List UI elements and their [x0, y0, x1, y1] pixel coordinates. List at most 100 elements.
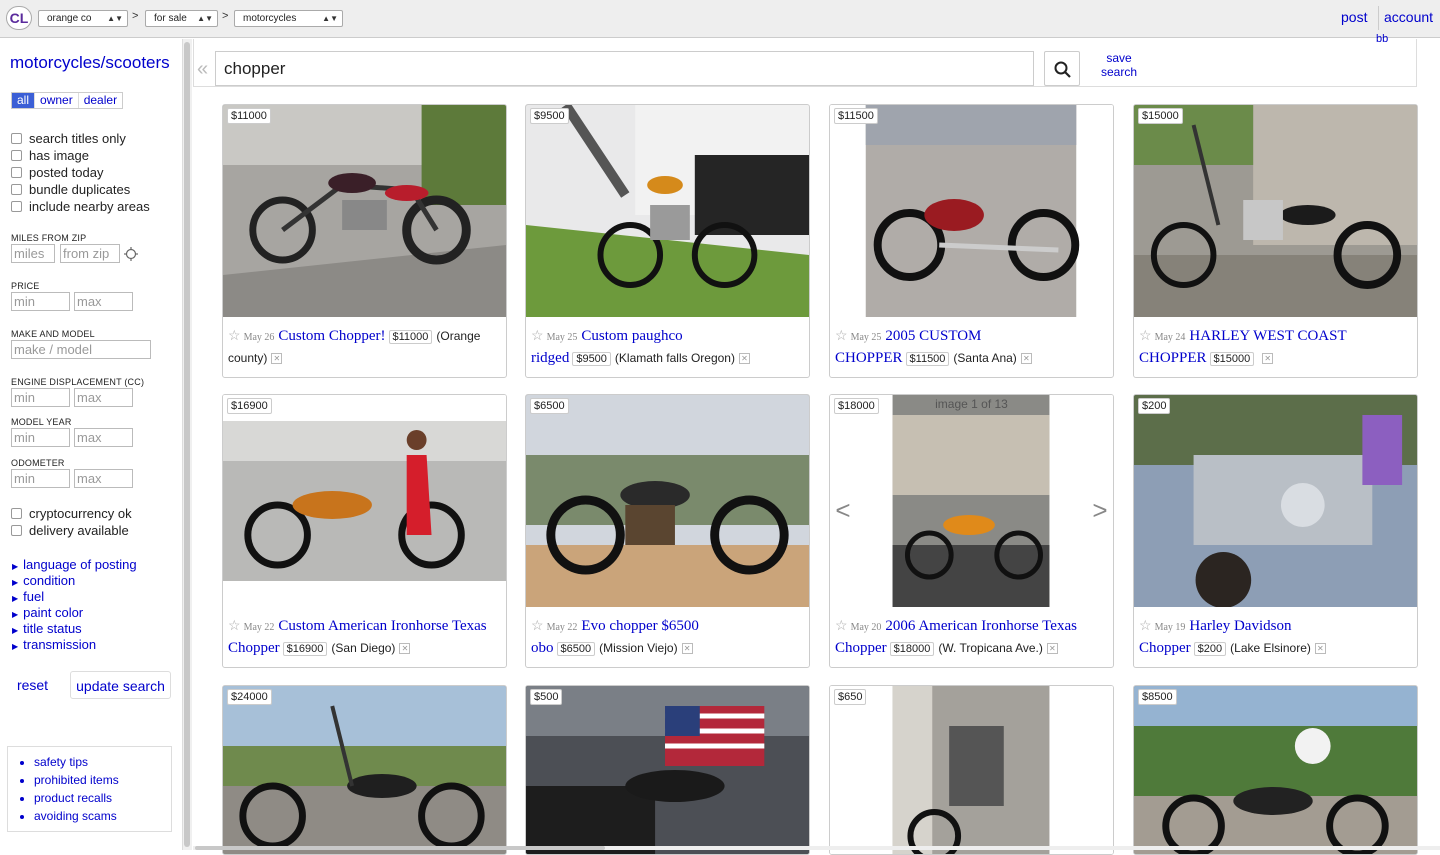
- listing-photo[interactable]: $16900: [223, 395, 506, 607]
- section-select[interactable]: for sale ▲▼: [145, 10, 218, 27]
- miles-input[interactable]: miles: [11, 244, 55, 263]
- transmission-filter[interactable]: ▶ transmission: [12, 637, 96, 652]
- listing-photo[interactable]: $500: [526, 686, 809, 854]
- seller-owner-button[interactable]: owner: [35, 93, 79, 108]
- category-select[interactable]: motorcycles ▲▼: [234, 10, 343, 27]
- star-icon[interactable]: ☆: [835, 617, 848, 633]
- listing-photo[interactable]: $15000: [1134, 105, 1417, 317]
- listing-card[interactable]: $200 ☆ May 19 Harley Davidson Chopper $200(…: [1133, 394, 1418, 668]
- horizontal-scroll-thumb[interactable]: [195, 846, 605, 850]
- listing-photo[interactable]: $6500: [526, 395, 809, 607]
- checkbox[interactable]: [11, 150, 22, 161]
- listing-card[interactable]: $16900 ☆ May 22 Custom American Ironhorse …: [222, 394, 507, 668]
- bundle-duplicates-option[interactable]: bundle duplicates: [11, 182, 130, 197]
- listing-card[interactable]: $11500 ☆ May 25 2005 CUSTOM CHOPPER $11500(…: [829, 104, 1114, 378]
- category-title[interactable]: motorcycles/scooters: [10, 53, 170, 73]
- avoiding-scams-link[interactable]: avoiding scams: [34, 807, 171, 825]
- listing-card[interactable]: image 1 of 13 < > $18000 ☆ May 20 2006 Ame…: [829, 394, 1114, 668]
- hide-listing-icon[interactable]: ✕: [1262, 353, 1274, 365]
- year-max-input[interactable]: max: [74, 428, 133, 447]
- hide-listing-icon[interactable]: ✕: [681, 643, 693, 655]
- listing-card[interactable]: $9500 ☆ May 25 Custom paughco ridged $9500(…: [525, 104, 810, 378]
- prohibited-items-link[interactable]: prohibited items: [34, 771, 171, 789]
- account-link[interactable]: account: [1384, 9, 1433, 25]
- engine-max-input[interactable]: max: [74, 388, 133, 407]
- checkbox[interactable]: [11, 525, 22, 536]
- price-min-input[interactable]: min: [11, 292, 70, 311]
- area-select[interactable]: orange co ▲▼: [38, 10, 128, 27]
- update-search-button[interactable]: update search: [70, 671, 171, 699]
- star-icon[interactable]: ☆: [1139, 327, 1152, 343]
- title-status-filter[interactable]: ▶ title status: [12, 621, 82, 636]
- seller-dealer-button[interactable]: dealer: [79, 93, 122, 108]
- star-icon[interactable]: ☆: [835, 327, 848, 343]
- condition-filter[interactable]: ▶ condition: [12, 573, 75, 588]
- listing-photo[interactable]: $11000: [223, 105, 506, 317]
- listing-card[interactable]: $8500: [1133, 685, 1418, 855]
- listing-photo[interactable]: $24000: [223, 686, 506, 854]
- star-icon[interactable]: ☆: [531, 617, 544, 633]
- locate-icon[interactable]: [124, 247, 138, 261]
- odometer-min-input[interactable]: min: [11, 469, 70, 488]
- make-model-input[interactable]: make / model: [11, 340, 151, 359]
- collapse-sidebar-icon[interactable]: «: [197, 58, 208, 81]
- listing-photo[interactable]: $9500: [526, 105, 809, 317]
- price-max-input[interactable]: max: [74, 292, 133, 311]
- star-icon[interactable]: ☆: [228, 327, 241, 343]
- checkbox[interactable]: [11, 201, 22, 212]
- listing-card[interactable]: $11000 ☆ May 26 Custom Chopper! $11000 (Oran…: [222, 104, 507, 378]
- odometer-max-input[interactable]: max: [74, 469, 133, 488]
- craigslist-logo[interactable]: CL: [6, 6, 32, 30]
- listing-title-link[interactable]: Custom Chopper!: [278, 328, 385, 344]
- listing-card[interactable]: $6500 ☆ May 22 Evo chopper $6500 obo $6500(…: [525, 394, 810, 668]
- sidebar-scroll-thumb[interactable]: [184, 42, 190, 847]
- engine-displacement-label: ENGINE DISPLACEMENT (CC): [11, 377, 145, 387]
- listing-card[interactable]: $650: [829, 685, 1114, 855]
- fuel-filter[interactable]: ▶ fuel: [12, 589, 44, 604]
- listing-photo[interactable]: $200: [1134, 395, 1417, 607]
- filter-label: paint color: [23, 605, 84, 620]
- reset-button[interactable]: reset: [10, 671, 55, 699]
- language-filter[interactable]: ▶ language of posting: [12, 557, 137, 572]
- has-image-option[interactable]: has image: [11, 148, 89, 163]
- star-icon[interactable]: ☆: [531, 327, 544, 343]
- include-nearby-option[interactable]: include nearby areas: [11, 199, 150, 214]
- checkbox[interactable]: [11, 508, 22, 519]
- post-link[interactable]: post: [1341, 9, 1367, 25]
- seller-all-button[interactable]: all: [12, 93, 36, 108]
- listing-photo[interactable]: image 1 of 13 < > $18000: [830, 395, 1113, 607]
- listing-card[interactable]: $15000 ☆ May 24 HARLEY WEST COAST CHOPPER $…: [1133, 104, 1418, 378]
- hide-listing-icon[interactable]: ✕: [738, 353, 750, 365]
- paint-color-filter[interactable]: ▶ paint color: [12, 605, 83, 620]
- save-search-link[interactable]: save search: [1096, 51, 1142, 79]
- hide-listing-icon[interactable]: ✕: [271, 353, 283, 365]
- hide-listing-icon[interactable]: ✕: [1314, 643, 1326, 655]
- hide-listing-icon[interactable]: ✕: [1020, 353, 1032, 365]
- zip-input[interactable]: from zip: [60, 244, 120, 263]
- listing-photo[interactable]: $650: [830, 686, 1113, 854]
- listing-photo[interactable]: $8500: [1134, 686, 1417, 854]
- product-recalls-link[interactable]: product recalls: [34, 789, 171, 807]
- hide-listing-icon[interactable]: ✕: [399, 643, 411, 655]
- cryptocurrency-option[interactable]: cryptocurrency ok: [11, 506, 132, 521]
- checkbox[interactable]: [11, 184, 22, 195]
- listing-card[interactable]: $500: [525, 685, 810, 855]
- checkbox[interactable]: [11, 133, 22, 144]
- safety-tips-link[interactable]: safety tips: [34, 753, 171, 771]
- star-icon[interactable]: ☆: [1139, 617, 1152, 633]
- search-button[interactable]: [1044, 51, 1080, 86]
- checkbox[interactable]: [11, 167, 22, 178]
- delivery-option[interactable]: delivery available: [11, 523, 129, 538]
- engine-min-input[interactable]: min: [11, 388, 70, 407]
- next-image-button[interactable]: >: [1087, 473, 1113, 547]
- search-titles-only-option[interactable]: search titles only: [11, 131, 126, 146]
- star-icon[interactable]: ☆: [228, 617, 241, 633]
- price-label: $15000: [1209, 352, 1255, 366]
- hide-listing-icon[interactable]: ✕: [1046, 643, 1058, 655]
- year-min-input[interactable]: min: [11, 428, 70, 447]
- listing-photo[interactable]: $11500: [830, 105, 1113, 317]
- search-input[interactable]: chopper: [215, 51, 1034, 86]
- listing-card[interactable]: $24000: [222, 685, 507, 855]
- posted-today-option[interactable]: posted today: [11, 165, 103, 180]
- bb-link[interactable]: bb: [1376, 33, 1388, 45]
